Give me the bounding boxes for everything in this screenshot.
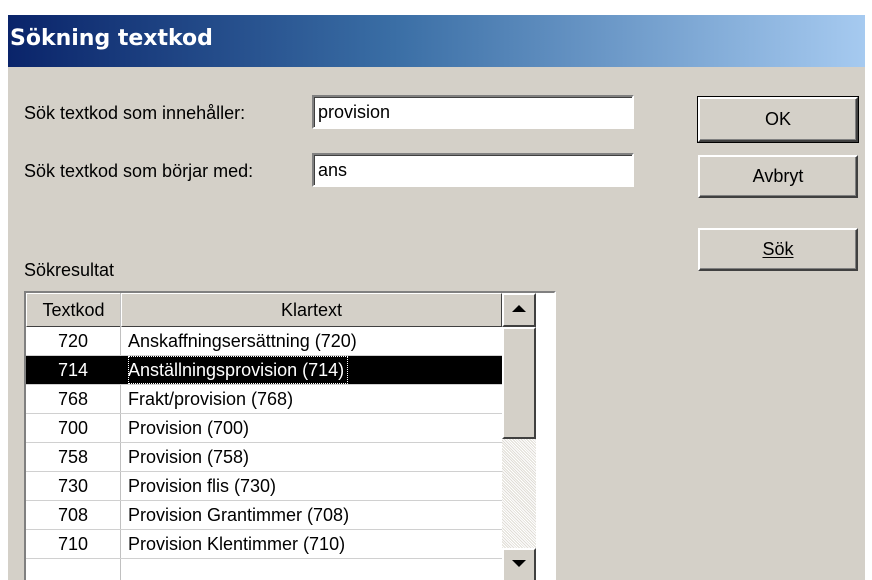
table-row[interactable]: 768 Frakt/provision (768) xyxy=(26,385,502,414)
search-button[interactable]: Sök xyxy=(698,228,858,271)
row-code: 730 xyxy=(57,476,89,496)
column-header-textkod[interactable]: Textkod xyxy=(26,293,121,327)
row-divider xyxy=(26,471,502,472)
row-divider xyxy=(26,413,502,414)
row-divider xyxy=(26,558,502,559)
table-row-selected[interactable]: 714 Anställningsprovision (714) xyxy=(26,356,502,385)
results-list[interactable]: Textkod Klartext 720 Anskaffningsersättn… xyxy=(24,291,556,580)
cancel-button-label: Avbryt xyxy=(752,166,804,186)
scroll-down-button[interactable] xyxy=(502,548,536,580)
arrow-up-icon xyxy=(512,305,526,312)
row-text: Provision Klentimmer (710) xyxy=(128,534,346,554)
row-text: Provision Grantimmer (708) xyxy=(128,505,350,525)
row-text: Provision flis (730) xyxy=(128,476,277,496)
row-code: 720 xyxy=(57,331,89,351)
table-row[interactable]: 700 Provision (700) xyxy=(26,414,502,443)
starts-with-input[interactable] xyxy=(312,153,634,187)
table-row[interactable]: 758 Provision (758) xyxy=(26,443,502,472)
table-row[interactable]: 708 Provision Grantimmer (708) xyxy=(26,501,502,530)
row-text: Provision (700) xyxy=(128,418,250,438)
cancel-button[interactable]: Avbryt xyxy=(698,155,858,198)
row-text: Anställningsprovision (714) xyxy=(128,356,349,384)
row-code: 710 xyxy=(57,534,89,554)
table-row[interactable]: 710 Provision Klentimmer (710) xyxy=(26,530,502,559)
ok-button-label: OK xyxy=(764,109,791,129)
row-divider xyxy=(26,355,502,356)
vertical-scrollbar[interactable] xyxy=(502,293,536,580)
contains-input[interactable] xyxy=(312,95,634,129)
row-code: 714 xyxy=(57,360,89,380)
arrow-down-icon xyxy=(512,560,526,567)
contains-label: Sök textkod som innehåller: xyxy=(24,103,246,123)
starts-with-label: Sök textkod som börjar med: xyxy=(24,161,254,181)
row-code: 758 xyxy=(57,447,89,467)
row-divider xyxy=(26,442,502,443)
column-header-klartext[interactable]: Klartext xyxy=(121,293,502,327)
ok-button[interactable]: OK xyxy=(697,96,859,143)
row-code: 708 xyxy=(57,505,89,525)
row-divider xyxy=(26,500,502,501)
search-button-label: Sök xyxy=(762,239,794,259)
row-divider xyxy=(26,384,502,385)
row-divider xyxy=(26,529,502,530)
row-text: Provision (758) xyxy=(128,447,250,467)
table-row[interactable]: 730 Provision flis (730) xyxy=(26,472,502,501)
scroll-up-button[interactable] xyxy=(502,293,536,327)
row-code: 768 xyxy=(57,389,89,409)
title-bar[interactable]: Sökning textkod xyxy=(8,15,865,67)
row-text: Frakt/provision (768) xyxy=(128,389,294,409)
row-text: Anskaffningsersättning (720) xyxy=(128,331,357,351)
results-label: Sökresultat xyxy=(24,260,115,280)
row-code: 700 xyxy=(57,418,89,438)
table-row[interactable]: 720 Anskaffningsersättning (720) xyxy=(26,327,502,356)
scroll-thumb[interactable] xyxy=(502,327,536,439)
search-textcode-dialog: Sökning textkod Sök textkod som innehåll… xyxy=(8,15,865,580)
window-title: Sökning textkod xyxy=(10,26,213,51)
